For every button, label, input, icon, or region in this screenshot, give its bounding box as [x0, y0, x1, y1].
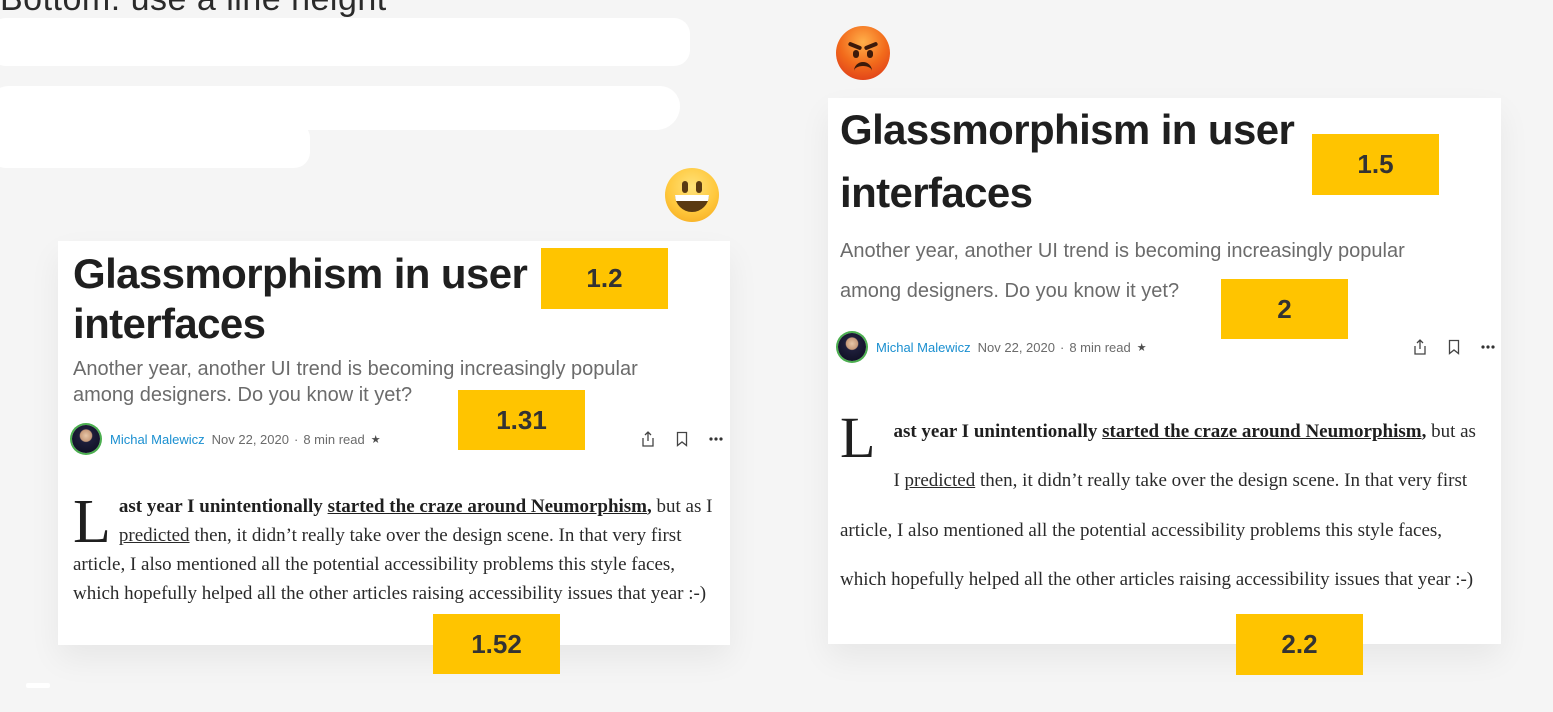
more-icon[interactable] [1480, 339, 1496, 355]
article-subtitle: Another year, another UI trend is becomi… [73, 358, 638, 407]
line-height-badge-left-title: 1.2 [541, 248, 668, 309]
author-link[interactable]: Michal Malewicz [110, 432, 205, 447]
star-icon: ★ [370, 433, 381, 446]
lead-text: ast year I unintentionally [893, 421, 1103, 442]
lead-link[interactable]: started the craze around Neumorphism [328, 496, 647, 517]
bookmark-icon[interactable] [674, 431, 690, 447]
avatar[interactable] [72, 425, 100, 453]
publish-date: Nov 22, 2020 [977, 339, 1055, 355]
article-actions [640, 431, 724, 447]
lead-link[interactable]: started the craze around Neumorphism [1102, 421, 1421, 442]
article-body: Last year I unintentionally started the … [73, 488, 713, 609]
grinning-face-emoji-icon [665, 168, 719, 222]
meta-separator: · [1059, 339, 1065, 355]
article-title: Glassmorphism in user interfaces [840, 106, 1295, 216]
article-subtitle: Another year, another UI trend is becomi… [840, 240, 1405, 302]
meta-separator: · [293, 431, 299, 447]
share-icon[interactable] [640, 431, 656, 447]
read-time: 8 min read [1069, 339, 1131, 355]
article-meta: Michal Malewicz Nov 22, 2020 · 8 min rea… [72, 425, 381, 453]
avatar[interactable] [838, 333, 866, 361]
article-meta: Michal Malewicz Nov 22, 2020 · 8 min rea… [838, 333, 1147, 361]
line-height-badge-right-title: 1.5 [1312, 134, 1439, 195]
more-icon[interactable] [708, 431, 724, 447]
line-height-badge-left-body: 1.52 [433, 614, 560, 674]
slide-heading: Bottom: use a line height [0, 0, 387, 19]
predicted-link[interactable]: predicted [905, 470, 976, 491]
redaction-mark [26, 683, 50, 688]
predicted-link[interactable]: predicted [119, 525, 190, 546]
pouting-face-emoji-icon [836, 26, 890, 80]
drop-cap: L [840, 405, 876, 470]
publish-date: Nov 22, 2020 [211, 431, 289, 447]
share-icon[interactable] [1412, 339, 1428, 355]
lead-text: ast year I unintentionally [118, 496, 328, 517]
line-height-badge-right-subtitle: 2 [1221, 279, 1348, 339]
article-actions [1412, 339, 1496, 355]
author-link[interactable]: Michal Malewicz [876, 340, 971, 355]
drop-cap: L [73, 488, 111, 556]
star-icon: ★ [1136, 341, 1147, 354]
body-text: but as I [651, 496, 713, 517]
line-height-badge-left-subtitle: 1.31 [458, 390, 585, 450]
article-body: Last year I unintentionally started the … [840, 407, 1485, 605]
read-time: 8 min read [303, 431, 365, 447]
redaction-block [0, 122, 310, 168]
bookmark-icon[interactable] [1446, 339, 1462, 355]
redaction-block [0, 18, 690, 66]
article-title: Glassmorphism in user interfaces [73, 250, 528, 348]
line-height-badge-right-body: 2.2 [1236, 614, 1363, 675]
